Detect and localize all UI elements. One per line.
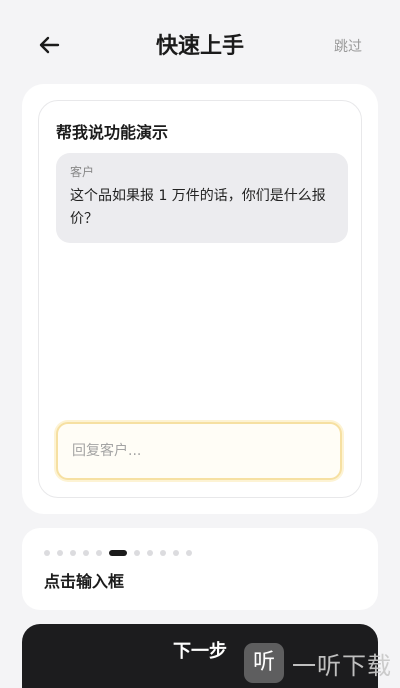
top-bar: 快速上手 跳过 [0, 0, 400, 90]
message-sender: 客户 [70, 165, 95, 179]
step-dot [70, 550, 76, 556]
watermark-logo: 听 [244, 643, 284, 683]
step-dot [134, 550, 140, 556]
step-dot [160, 550, 166, 556]
demo-title: 帮我说功能演示 [56, 123, 169, 142]
demo-card: 帮我说功能演示 客户 这个品如果报 1 万件的话，你们是什么报价？ 回复客户..… [22, 84, 378, 514]
step-dot-active [109, 550, 127, 556]
reply-input[interactable]: 回复客户... [56, 422, 342, 480]
message-text: 这个品如果报 1 万件的话，你们是什么报价？ [70, 188, 326, 227]
watermark: 听 一听下载 [244, 638, 400, 688]
step-dot [173, 550, 179, 556]
step-dot [57, 550, 63, 556]
step-dot [186, 550, 192, 556]
skip-button[interactable]: 跳过 [334, 36, 362, 56]
step-dot [96, 550, 102, 556]
step-dot [44, 550, 50, 556]
step-label: 点击输入框 [44, 572, 125, 591]
step-indicator [44, 550, 199, 556]
step-dot [147, 550, 153, 556]
step-card: 点击输入框 [22, 528, 378, 610]
watermark-text: 一听下载 [292, 651, 392, 680]
step-dot [83, 550, 89, 556]
demo-chat-panel: 帮我说功能演示 客户 这个品如果报 1 万件的话，你们是什么报价？ 回复客户..… [38, 100, 362, 498]
customer-message-bubble: 客户 这个品如果报 1 万件的话，你们是什么报价？ [56, 153, 348, 243]
